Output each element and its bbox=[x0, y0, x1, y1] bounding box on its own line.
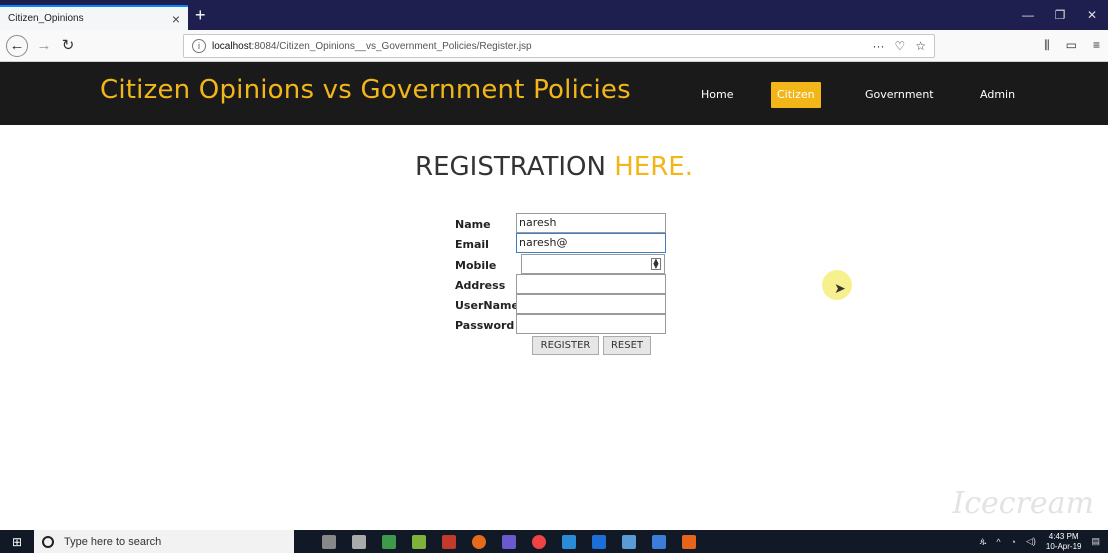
username-field[interactable] bbox=[516, 294, 666, 314]
url-path: :8084/Citizen_Opinions__vs_Government_Po… bbox=[251, 40, 532, 52]
taskbar-apps bbox=[322, 534, 696, 549]
network-icon[interactable]: ◔ bbox=[1011, 537, 1016, 547]
browser-navbar: ← → ↻ i localhost :8084/Citizen_Opinions… bbox=[0, 30, 1108, 62]
app3-icon[interactable] bbox=[562, 534, 576, 549]
restore-icon[interactable]: ❐ bbox=[1044, 0, 1076, 30]
address-bar[interactable]: i localhost :8084/Citizen_Opinions__vs_G… bbox=[183, 34, 935, 58]
sidebar-icon[interactable]: ▭ bbox=[1066, 38, 1077, 53]
address-field[interactable] bbox=[516, 274, 666, 294]
page-actions-icon[interactable]: ··· bbox=[872, 39, 884, 53]
app5-icon[interactable] bbox=[622, 534, 636, 549]
site-title[interactable]: Citizen Opinions vs Government Policies bbox=[100, 75, 631, 105]
nav-admin[interactable]: Admin bbox=[974, 82, 1021, 108]
app4-icon[interactable] bbox=[592, 534, 606, 549]
menu-icon[interactable]: ≡ bbox=[1093, 38, 1100, 53]
back-icon[interactable]: ← bbox=[6, 35, 28, 57]
close-tab-icon[interactable]: × bbox=[172, 11, 180, 27]
forward-icon[interactable]: → bbox=[33, 35, 55, 57]
task-view-icon[interactable] bbox=[352, 534, 366, 549]
reset-button[interactable]: RESET bbox=[603, 336, 651, 355]
clock-time: 4:43 PM bbox=[1048, 531, 1079, 541]
register-button[interactable]: REGISTER bbox=[532, 336, 599, 355]
bookmark-star-icon[interactable]: ☆ bbox=[915, 39, 926, 53]
windows-start-icon[interactable]: ⊞ bbox=[0, 535, 34, 549]
nav-home[interactable]: Home bbox=[695, 82, 739, 108]
new-tab-icon[interactable]: + bbox=[195, 6, 206, 24]
name-row: Name bbox=[455, 214, 517, 234]
clock[interactable]: 4:43 PM 10-Apr-19 bbox=[1046, 532, 1082, 552]
volume-icon[interactable]: ◁) bbox=[1026, 536, 1036, 547]
chrome-icon[interactable] bbox=[532, 534, 546, 549]
system-tray: ዹ ^ ◔ ◁) 4:43 PM 10-Apr-19 ▤ bbox=[980, 532, 1108, 552]
taskbar-search[interactable]: Type here to search bbox=[34, 530, 294, 553]
microphone-icon[interactable] bbox=[322, 534, 336, 549]
password-field[interactable] bbox=[516, 314, 666, 334]
email-row: Email bbox=[455, 234, 517, 254]
nav-citizen[interactable]: Citizen bbox=[771, 82, 821, 108]
mobile-field[interactable]: ▲ ▼ bbox=[521, 254, 665, 274]
people-icon[interactable]: ዹ bbox=[980, 536, 987, 547]
address-label: Address bbox=[455, 278, 506, 292]
clock-date: 10-Apr-19 bbox=[1045, 541, 1082, 551]
reload-icon[interactable]: ↻ bbox=[57, 35, 79, 57]
email-label: Email bbox=[455, 237, 489, 251]
password-row: Password bbox=[455, 315, 517, 335]
site-header: Citizen Opinions vs Government Policies … bbox=[0, 62, 1108, 125]
mobile-label: Mobile bbox=[455, 258, 497, 272]
name-field[interactable]: naresh bbox=[516, 213, 666, 233]
username-label: UserName bbox=[455, 298, 519, 312]
page-title: REGISTRATION HERE. bbox=[0, 152, 1108, 182]
mouse-pointer-icon: ➤ bbox=[834, 280, 846, 296]
firefox-icon[interactable] bbox=[472, 534, 486, 549]
info-icon[interactable]: i bbox=[192, 39, 206, 53]
notepad-icon[interactable] bbox=[382, 534, 396, 549]
username-row: UserName bbox=[455, 295, 519, 315]
cortana-icon bbox=[42, 535, 54, 548]
app2-icon[interactable] bbox=[502, 534, 516, 549]
taskbar-search-placeholder: Type here to search bbox=[64, 535, 162, 548]
mobile-row: Mobile bbox=[455, 255, 517, 275]
app-icon[interactable] bbox=[442, 534, 456, 549]
password-label: Password bbox=[455, 318, 515, 332]
browser-tab-strip: Citizen_Opinions × + — ❐ ✕ bbox=[0, 0, 1108, 30]
tab-title: Citizen_Opinions bbox=[8, 13, 84, 24]
nav-government[interactable]: Government bbox=[859, 82, 940, 108]
pocket-icon[interactable]: ♡ bbox=[894, 39, 905, 53]
windows-taskbar: ⊞ Type here to search ዹ ^ ◔ ◁) 4:43 PM 1… bbox=[0, 530, 1108, 553]
browser-tab[interactable]: Citizen_Opinions × bbox=[0, 5, 188, 30]
watermark: Icecream bbox=[952, 486, 1094, 521]
heading-accent: HERE. bbox=[614, 152, 693, 182]
minimize-icon[interactable]: — bbox=[1012, 0, 1044, 30]
window-controls: — ❐ ✕ bbox=[1012, 0, 1108, 30]
heading-main: REGISTRATION bbox=[415, 152, 606, 182]
name-label: Name bbox=[455, 217, 491, 231]
close-window-icon[interactable]: ✕ bbox=[1076, 0, 1108, 30]
app6-icon[interactable] bbox=[652, 534, 666, 549]
notifications-icon[interactable]: ▤ bbox=[1091, 536, 1100, 547]
email-field[interactable]: naresh@ bbox=[516, 233, 666, 253]
url-host: localhost bbox=[212, 40, 252, 52]
app7-icon[interactable] bbox=[682, 534, 696, 549]
address-row: Address bbox=[455, 275, 517, 295]
paint-icon[interactable] bbox=[412, 534, 426, 549]
library-icon[interactable]: ⫼ bbox=[1044, 38, 1050, 53]
spinner-icon[interactable]: ▲ ▼ bbox=[651, 258, 661, 270]
chevron-up-icon[interactable]: ^ bbox=[996, 537, 1000, 547]
